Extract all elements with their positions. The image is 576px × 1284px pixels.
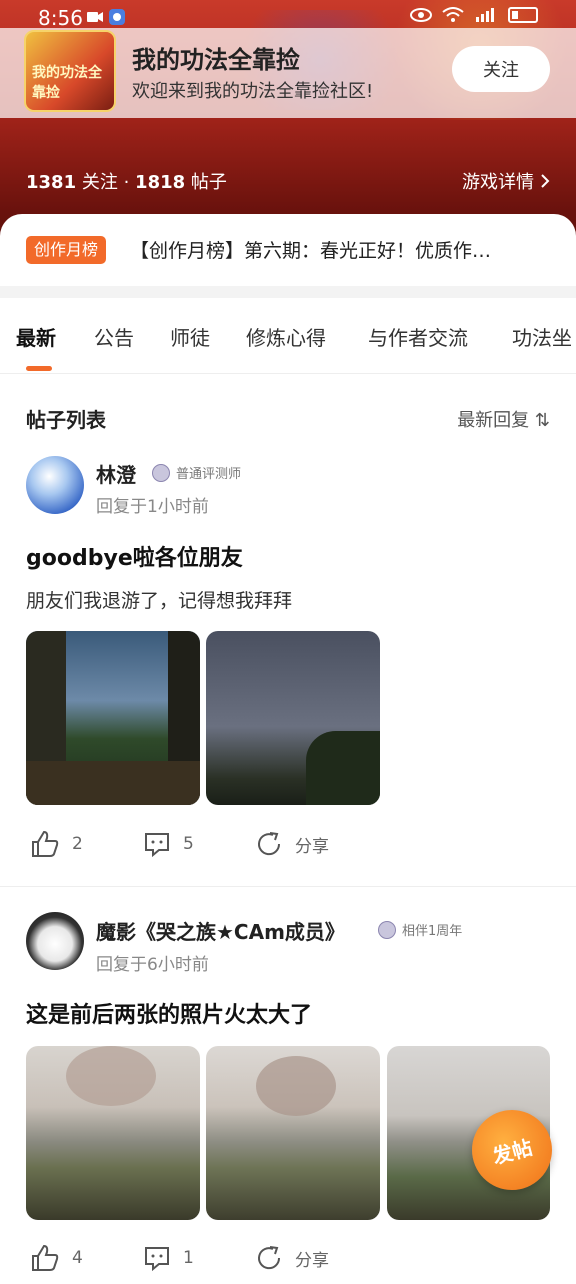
post-divider (0, 886, 576, 887)
game-details-label: 游戏详情 (462, 172, 534, 193)
chevron-right-icon (541, 174, 550, 188)
section-gap (0, 286, 576, 298)
comment-icon (145, 1247, 169, 1272)
forum-logo-text: 我的功法全靠捡 (32, 65, 102, 101)
tab-mentorship[interactable]: 师徒 (170, 322, 210, 351)
post-body[interactable]: 朋友们我退游了，记得想我拜拜 (26, 586, 292, 613)
tab-more[interactable]: 功法坐 (512, 322, 572, 351)
post-author[interactable]: 林澄 (96, 459, 136, 488)
reply-time: 回复于1小时前 (96, 497, 209, 517)
badge-label: 相伴1周年 (402, 924, 463, 939)
follow-button[interactable]: 关注 (452, 46, 550, 92)
share-label: 分享 (295, 1250, 329, 1271)
avatar[interactable] (26, 912, 84, 970)
comment-icon (145, 833, 169, 858)
post-title[interactable]: goodbye啦各位朋友 (26, 540, 243, 572)
like-count: 4 (72, 1248, 83, 1268)
post-actions: 4 1 分享 (0, 1244, 576, 1284)
avatar[interactable] (26, 456, 84, 514)
video-icon (87, 12, 103, 22)
new-post-label: 发帖 (489, 1134, 535, 1169)
post-list-title: 帖子列表 (26, 408, 106, 432)
like-count: 2 (72, 834, 83, 854)
wifi-icon (442, 7, 464, 22)
post-actions: 2 5 分享 (0, 830, 576, 870)
status-time: 8:56 (38, 6, 83, 30)
anniversary-badge-icon (378, 920, 396, 939)
new-post-button[interactable]: 发帖 (472, 1110, 552, 1190)
badge-label: 普通评测师 (176, 467, 242, 482)
comment-count: 5 (183, 834, 194, 854)
app-notification-icon (109, 9, 125, 25)
sort-button[interactable]: 最新回复 ⇅ (457, 406, 550, 432)
post-image-2[interactable] (206, 631, 380, 805)
signal-icon (476, 8, 494, 22)
user-badge: 相伴1周年 (378, 920, 462, 939)
post-image-2[interactable] (206, 1046, 380, 1220)
share-label: 分享 (295, 836, 329, 857)
forum-logo[interactable]: 我的功法全靠捡 (24, 30, 116, 112)
post-title[interactable]: 这是前后两张的照片火太大了 (26, 997, 312, 1029)
tab-cultivation-tips[interactable]: 修炼心得 (246, 322, 326, 351)
announcement-text: 【创作月榜】第六期：春光正好！优质作… (130, 240, 492, 262)
reviewer-badge-icon (152, 463, 170, 482)
stats-separator: · (123, 172, 130, 193)
post-image-1[interactable] (26, 1046, 200, 1220)
followers-label: 关注 (81, 172, 118, 193)
game-details-link[interactable]: 游戏详情 (462, 168, 550, 194)
share-button[interactable]: 分享 (255, 830, 329, 858)
like-button[interactable]: 2 (30, 830, 83, 858)
forum-subtitle: 欢迎来到我的功法全靠捡社区! (132, 81, 374, 102)
post-author[interactable]: 魔影《哭之族★CAm成员》 (96, 916, 345, 945)
share-icon (258, 1246, 281, 1270)
tab-latest[interactable]: 最新 (16, 322, 56, 351)
battery-icon (508, 7, 538, 23)
post-image-1[interactable] (26, 631, 200, 805)
followers-count: 1381 (26, 172, 77, 193)
thumbs-up-icon (32, 830, 59, 857)
announcement-tag: 创作月榜 (26, 236, 107, 264)
posts-label: 帖子 (190, 172, 227, 193)
reply-time: 回复于6小时前 (96, 955, 209, 975)
eye-icon (410, 8, 432, 22)
share-icon (258, 832, 281, 856)
announcement-bar[interactable]: 创作月榜 【创作月榜】第六期：春光正好！优质作… (0, 214, 576, 294)
thumbs-up-icon (32, 1244, 59, 1271)
forum-stats: 1381 关注 · 1818 帖子 (26, 168, 227, 194)
share-button[interactable]: 分享 (255, 1244, 329, 1272)
like-button[interactable]: 4 (30, 1244, 83, 1272)
category-tabs: 最新 公告 师徒 修炼心得 与作者交流 功法坐 (0, 298, 576, 374)
comment-button[interactable]: 5 (143, 830, 194, 858)
active-tab-indicator (26, 366, 52, 371)
forum-title: 我的功法全靠捡 (132, 46, 300, 74)
user-badge: 普通评测师 (152, 463, 241, 482)
tab-author-chat[interactable]: 与作者交流 (368, 322, 468, 351)
comment-count: 1 (183, 1248, 194, 1268)
comment-button[interactable]: 1 (143, 1244, 194, 1272)
posts-count: 1818 (135, 172, 186, 193)
tab-announcements[interactable]: 公告 (94, 322, 134, 351)
